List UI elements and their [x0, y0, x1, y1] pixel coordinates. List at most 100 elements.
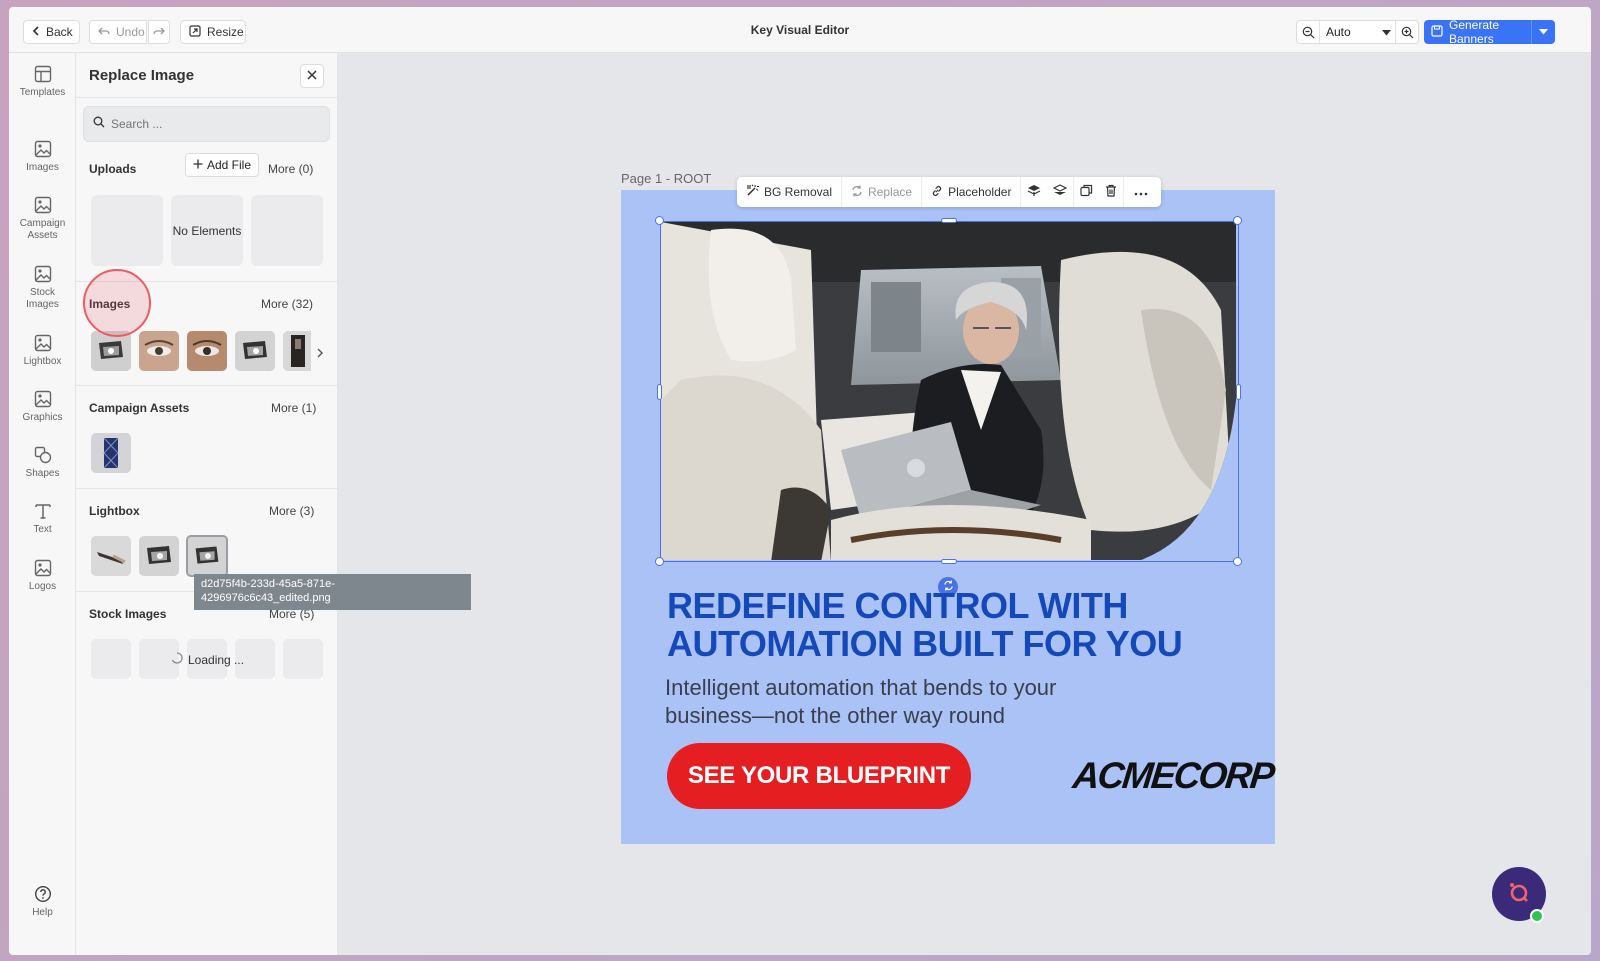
- chat-icon: [1506, 879, 1532, 910]
- rail-label: Logos: [28, 581, 57, 592]
- uploads-more-link[interactable]: More (0): [268, 162, 313, 176]
- trash-icon: [1105, 184, 1117, 200]
- editor-window: Back Undo Resize Key Visual Editor Auto …: [9, 7, 1591, 955]
- caret-down-icon: [1382, 25, 1391, 39]
- bg-removal-label: BG Removal: [764, 185, 833, 199]
- resize-handle[interactable]: [655, 557, 664, 566]
- spinner-icon: [171, 652, 183, 667]
- generate-banners-button[interactable]: Generate Banners: [1424, 18, 1555, 46]
- image-icon: [9, 265, 76, 283]
- zoom-select[interactable]: Auto: [1319, 21, 1396, 43]
- search-field[interactable]: [83, 106, 330, 142]
- rail-item-campaign-assets[interactable]: Campaign Assets: [9, 196, 76, 242]
- rail-item-help[interactable]: Help: [9, 885, 76, 919]
- resize-handle[interactable]: [1233, 216, 1242, 225]
- resize-handle[interactable]: [941, 559, 957, 564]
- image-thumbnail[interactable]: [235, 331, 275, 371]
- lightbox-thumbnail-selected[interactable]: [186, 535, 228, 577]
- shapes-icon: [9, 446, 76, 464]
- resize-handle[interactable]: [1236, 384, 1241, 400]
- chevron-right-icon[interactable]: [316, 345, 324, 363]
- bring-forward-button[interactable]: [1021, 177, 1047, 207]
- add-file-button[interactable]: Add File: [185, 153, 259, 177]
- zoom-in-icon[interactable]: [1396, 21, 1418, 43]
- zoom-out-icon[interactable]: [1297, 21, 1319, 43]
- replace-label: Replace: [868, 185, 913, 199]
- lightbox-thumbnail[interactable]: [139, 536, 179, 576]
- upload-placeholder: [91, 195, 163, 266]
- image-icon: [9, 559, 76, 577]
- rail-label: Help: [32, 907, 53, 918]
- upload-placeholder: [251, 195, 323, 266]
- campaign-assets-more-link[interactable]: More (1): [271, 401, 316, 415]
- selected-image-frame[interactable]: [660, 221, 1239, 562]
- click-highlight: [83, 269, 151, 337]
- duplicate-icon: [1080, 184, 1093, 200]
- campaign-assets-heading: Campaign Assets: [89, 401, 190, 415]
- element-toolbar: BG Removal Replace Placeholder: [737, 177, 1161, 207]
- rail-item-templates[interactable]: Templates: [9, 65, 76, 99]
- generate-banners-label: Generate Banners: [1449, 18, 1500, 46]
- brand-logo[interactable]: ACMECORP: [1071, 755, 1275, 797]
- rail-item-shapes[interactable]: Shapes: [9, 446, 76, 480]
- lightbox-heading: Lightbox: [89, 504, 140, 518]
- resize-handle[interactable]: [941, 218, 957, 223]
- zoom-control: Auto: [1296, 20, 1419, 44]
- replace-image-panel: Replace Image Uploads Add File More (0) …: [76, 53, 338, 955]
- replace-button[interactable]: Replace: [842, 177, 921, 207]
- layer-up-icon: [1027, 184, 1041, 200]
- loading-thumbnail: [91, 639, 131, 679]
- templates-icon: [9, 65, 76, 83]
- loading-label: Loading ...: [188, 652, 245, 667]
- resize-handle[interactable]: [657, 384, 662, 400]
- rail-label: Stock Images: [26, 287, 59, 310]
- loading-indicator: Loading ...: [171, 652, 244, 667]
- images-more-link[interactable]: More (32): [261, 297, 313, 311]
- campaign-asset-thumbnail[interactable]: [91, 433, 131, 473]
- image-thumbnail[interactable]: [139, 331, 179, 371]
- left-rail: Templates Images Campaign Assets Stock I…: [9, 53, 76, 955]
- search-input[interactable]: [111, 117, 311, 131]
- resize-handle[interactable]: [1233, 557, 1242, 566]
- image-thumbnail[interactable]: [187, 331, 227, 371]
- help-icon: [9, 885, 76, 903]
- resize-handle[interactable]: [655, 216, 664, 225]
- magic-wand-icon: [746, 184, 759, 200]
- filename-tooltip: d2d75f4b-233d-45a5-871e-4296976c6c43_edi…: [194, 574, 471, 610]
- divider: [76, 97, 338, 98]
- lightbox-more-link[interactable]: More (3): [269, 504, 314, 518]
- rail-label: Text: [33, 524, 52, 535]
- banner-subline[interactable]: Intelligent automation that bends to you…: [665, 674, 1125, 730]
- bg-removal-button[interactable]: BG Removal: [737, 177, 841, 207]
- more-options-button[interactable]: [1124, 177, 1158, 207]
- image-thumbnail[interactable]: [283, 331, 311, 371]
- rail-item-text[interactable]: Text: [9, 502, 76, 536]
- uploads-heading: Uploads: [89, 162, 137, 176]
- rail-label: Graphics: [22, 412, 63, 423]
- banner-headline[interactable]: REDEFINE CONTROL WITH AUTOMATION BUILT F…: [667, 587, 1247, 663]
- image-icon: [9, 140, 76, 158]
- rail-item-graphics[interactable]: Graphics: [9, 390, 76, 424]
- rail-item-logos[interactable]: Logos: [9, 559, 76, 593]
- banner-cta[interactable]: SEE YOUR BLUEPRINT: [667, 743, 971, 809]
- loading-thumbnail: [283, 639, 323, 679]
- send-backward-button[interactable]: [1047, 177, 1073, 207]
- close-panel-button[interactable]: [300, 64, 324, 88]
- rail-item-images[interactable]: Images: [9, 140, 76, 174]
- duplicate-button[interactable]: [1074, 177, 1099, 207]
- lightbox-thumbnail[interactable]: [91, 536, 131, 576]
- generate-options-dropdown[interactable]: [1531, 20, 1555, 44]
- rail-label: Lightbox: [23, 356, 62, 367]
- image-icon: [9, 196, 76, 214]
- stock-images-heading: Stock Images: [89, 607, 167, 621]
- text-icon: [9, 502, 76, 520]
- replace-icon: [851, 185, 863, 200]
- rail-label: Templates: [19, 87, 66, 98]
- placeholder-button[interactable]: Placeholder: [922, 177, 1020, 207]
- close-icon: [307, 67, 317, 85]
- image-thumbnail[interactable]: [91, 331, 131, 371]
- rail-item-stock-images[interactable]: Stock Images: [9, 265, 76, 311]
- rail-item-lightbox[interactable]: Lightbox: [9, 334, 76, 368]
- delete-button[interactable]: [1099, 177, 1123, 207]
- divider: [76, 385, 338, 386]
